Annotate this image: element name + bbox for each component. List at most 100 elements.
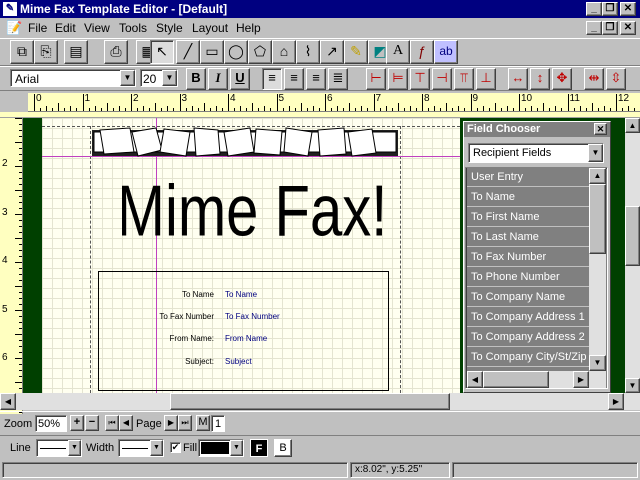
field-list-item[interactable]: To Fax Number <box>467 248 589 267</box>
subject-field[interactable]: Subject <box>225 357 252 366</box>
chevron-down-icon[interactable]: ▼ <box>230 440 243 456</box>
space-vertical-icon[interactable]: ⇳ <box>606 68 626 90</box>
close-button[interactable]: ✕ <box>620 2 636 16</box>
align-objects-bottom-icon[interactable]: ⊥ <box>476 68 496 90</box>
fill-checkbox[interactable]: ✔ <box>170 442 181 453</box>
menu-tools[interactable]: Tools <box>119 21 147 35</box>
scroll-down-icon[interactable]: ▼ <box>625 378 640 393</box>
field-list-item[interactable]: To Name <box>467 188 589 207</box>
align-objects-top-icon[interactable]: ⊤ <box>410 68 430 90</box>
zoom-in-button[interactable]: + <box>70 415 84 431</box>
same-width-icon[interactable]: ↔ <box>508 68 528 90</box>
chevron-down-icon[interactable]: ▼ <box>68 440 81 456</box>
logo-banner-image[interactable] <box>90 126 400 160</box>
arrow-tool-icon[interactable]: ↗ <box>320 40 344 64</box>
doc-minimize-button[interactable]: _ <box>586 21 602 35</box>
copy-template-icon[interactable]: ⧉ <box>10 40 34 64</box>
canvas-vscroll[interactable]: ▲ ▼ <box>625 118 640 393</box>
vscroll-thumb[interactable] <box>625 206 640 266</box>
rectangle-tool-icon[interactable]: ▭ <box>200 40 224 64</box>
scroll-right-icon[interactable]: ▶ <box>608 393 624 410</box>
fields-frame[interactable]: To Name To Name To Fax Number To Fax Num… <box>98 271 389 391</box>
fill-color-select[interactable]: ▼ <box>198 439 244 457</box>
scroll-up-icon[interactable]: ▲ <box>589 168 606 184</box>
font-select[interactable]: Arial ▼ <box>10 69 136 87</box>
doc-close-button[interactable]: ✕ <box>620 21 636 35</box>
prev-page-icon[interactable]: ◀ <box>119 415 133 431</box>
field-list-item[interactable]: To Company Address 1 <box>467 308 589 327</box>
field-list-item[interactable]: To Company Address 2 <box>467 328 589 347</box>
canvas-hscroll[interactable]: ◀ ▶ <box>0 393 640 410</box>
zoom-input[interactable]: 50% <box>35 415 67 432</box>
chevron-down-icon[interactable]: ▼ <box>588 144 603 162</box>
first-page-icon[interactable]: ⏮ <box>105 415 119 431</box>
from-name-field[interactable]: From Name <box>225 334 267 343</box>
menu-file[interactable]: File <box>28 21 47 35</box>
same-size-icon[interactable]: ✥ <box>552 68 572 90</box>
field-list-item[interactable]: To Phone Number <box>467 268 589 287</box>
to-fax-number-field[interactable]: To Fax Number <box>225 312 280 321</box>
align-objects-center-icon[interactable]: ⊨ <box>388 68 408 90</box>
foreground-color-button[interactable]: F <box>250 439 268 457</box>
menu-view[interactable]: View <box>84 21 110 35</box>
field-list-item[interactable]: User Entry <box>467 168 589 187</box>
align-objects-left-icon[interactable]: ⊢ <box>366 68 386 90</box>
ellipse-tool-icon[interactable]: ◯ <box>224 40 248 64</box>
headline-text[interactable]: Mime Fax! <box>122 168 382 258</box>
document-icon[interactable]: 📝 <box>6 20 22 36</box>
bold-button[interactable]: B <box>186 68 206 90</box>
font-size-select[interactable]: 20 ▼ <box>140 69 178 87</box>
field-list-hscroll[interactable]: ◀ ▶ <box>467 371 606 388</box>
align-objects-middle-icon[interactable]: ⫪ <box>454 68 474 90</box>
master-page-button[interactable]: M <box>196 415 210 431</box>
scroll-left-icon[interactable]: ◀ <box>467 371 483 388</box>
template-canvas[interactable]: Mime Fax! To Name To Name To Fax Number … <box>42 118 460 393</box>
line-tool-icon[interactable]: ╱ <box>176 40 200 64</box>
next-page-icon[interactable]: ▶ <box>164 415 178 431</box>
menu-edit[interactable]: Edit <box>55 21 76 35</box>
same-height-icon[interactable]: ↕ <box>530 68 550 90</box>
menu-help[interactable]: Help <box>236 21 261 35</box>
last-page-icon[interactable]: ⏭ <box>178 415 192 431</box>
justify-icon[interactable]: ≣ <box>328 68 348 90</box>
scroll-down-icon[interactable]: ▼ <box>589 355 606 371</box>
align-center-icon[interactable]: ≡ <box>284 68 304 90</box>
italic-button[interactable]: I <box>208 68 228 90</box>
line-style-select[interactable]: ▼ <box>36 439 82 457</box>
text-tool-icon[interactable]: A <box>386 40 410 64</box>
field-list-item[interactable]: To First Name <box>467 208 589 227</box>
chevron-down-icon[interactable]: ▼ <box>120 70 135 86</box>
hscroll-thumb[interactable] <box>483 371 549 388</box>
paste-template-icon[interactable]: ⎘ <box>34 40 58 64</box>
chevron-down-icon[interactable]: ▼ <box>150 440 163 456</box>
line-width-select[interactable]: ▼ <box>118 439 164 457</box>
page-number-input[interactable]: 1 <box>211 415 225 432</box>
doc-restore-button[interactable]: ❐ <box>602 21 618 35</box>
restore-button[interactable]: ❐ <box>602 2 618 16</box>
page-setup-icon[interactable]: ▤ <box>64 40 88 64</box>
chevron-down-icon[interactable]: ▼ <box>162 70 177 86</box>
print-icon[interactable]: ⎙ <box>104 40 128 64</box>
field-list-item[interactable]: To Last Name <box>467 228 589 247</box>
menu-layout[interactable]: Layout <box>192 21 228 35</box>
shape-tool-icon[interactable]: ⌂ <box>272 40 296 64</box>
zoom-out-button[interactable]: − <box>85 415 99 431</box>
space-horizontal-icon[interactable]: ⇹ <box>584 68 604 90</box>
field-list-vscroll[interactable]: ▲ ▼ <box>589 168 606 371</box>
scroll-left-icon[interactable]: ◀ <box>0 393 16 410</box>
align-left-icon[interactable]: ≡ <box>262 68 282 90</box>
field-list-item[interactable]: To Company City/St/Zip <box>467 348 589 367</box>
minimize-button[interactable]: _ <box>586 2 602 16</box>
field-chooser-titlebar[interactable]: Field Chooser ✕ <box>464 122 610 137</box>
pointer-tool-icon[interactable]: ↖ <box>150 40 174 64</box>
field-chooser-close-icon[interactable]: ✕ <box>594 123 607 135</box>
highlighter-tool-icon[interactable]: ✎ <box>344 40 368 64</box>
scroll-thumb[interactable] <box>589 184 606 254</box>
field-list-item[interactable]: To Company Name <box>467 288 589 307</box>
align-objects-right-icon[interactable]: ⊣ <box>432 68 452 90</box>
underline-button[interactable]: U <box>230 68 250 90</box>
field-category-select[interactable]: Recipient Fields ▼ <box>468 143 604 163</box>
polygon-tool-icon[interactable]: ⬠ <box>248 40 272 64</box>
scroll-right-icon[interactable]: ▶ <box>573 371 589 388</box>
field-tool-icon[interactable]: ƒ <box>410 40 434 64</box>
